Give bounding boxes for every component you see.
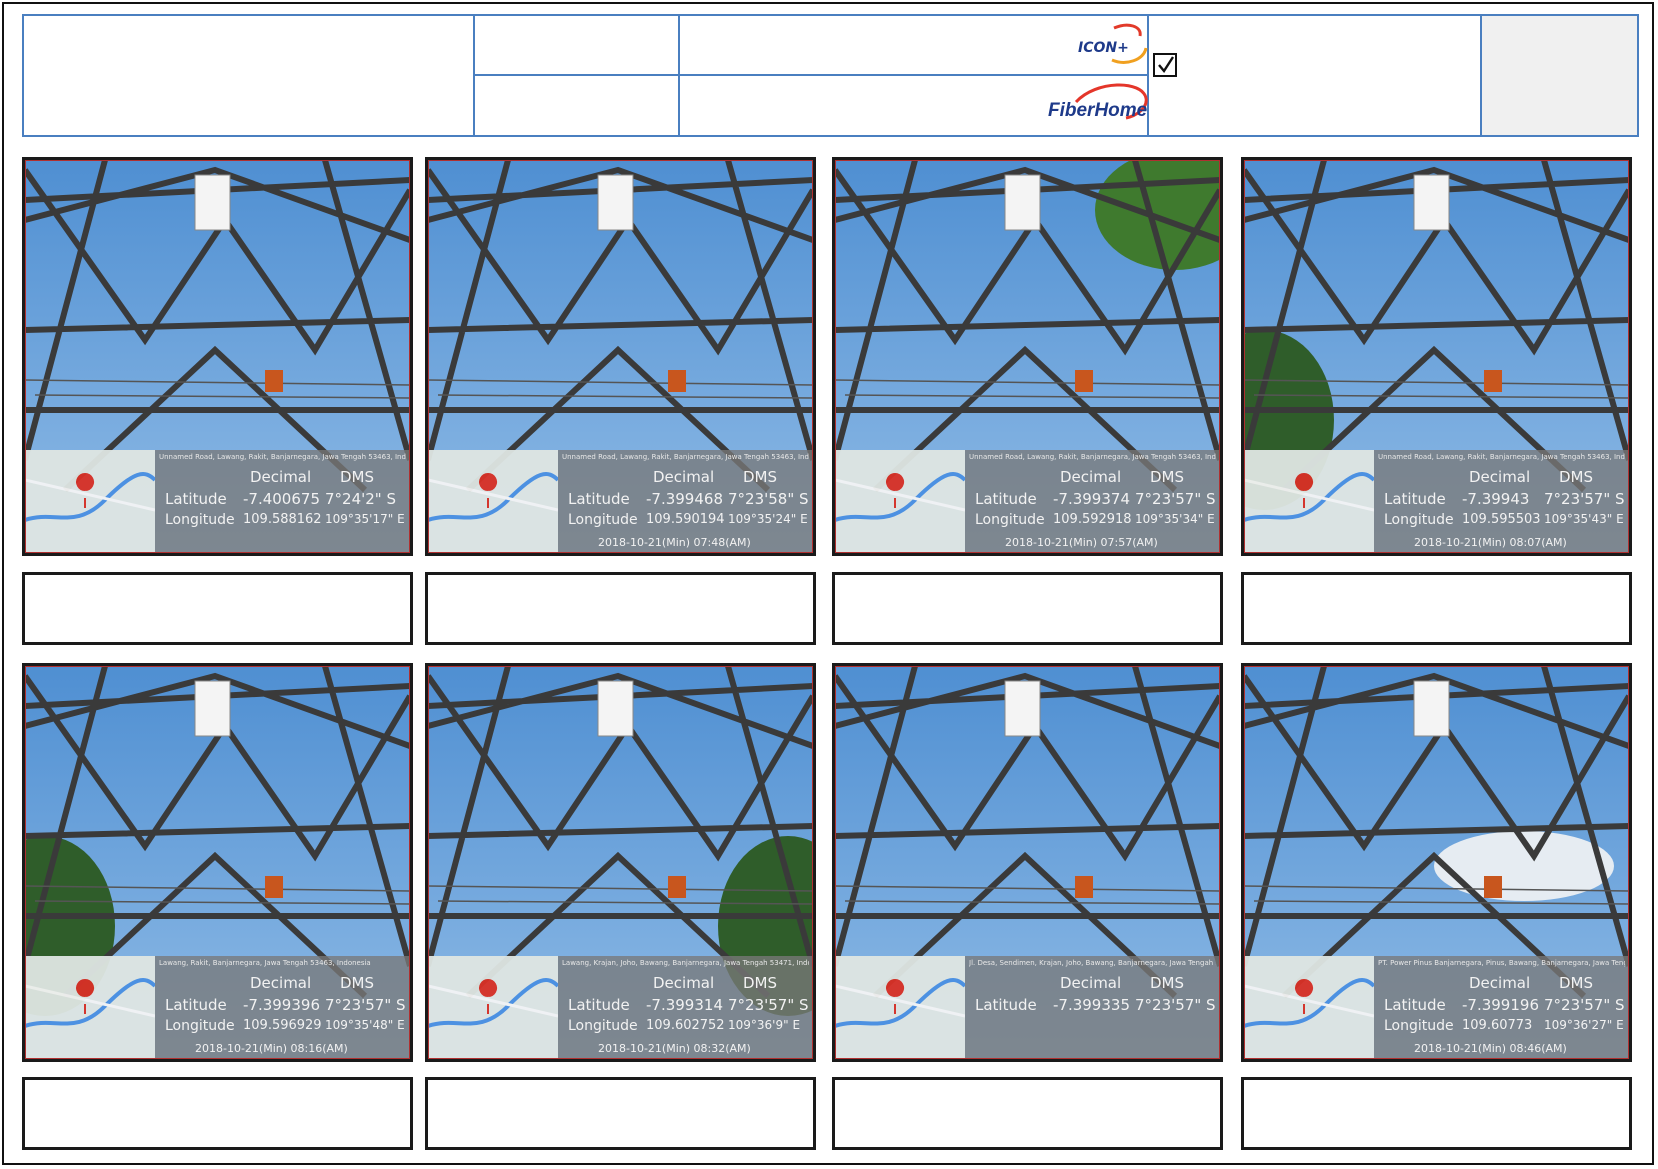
photo-frame: [428, 666, 813, 1059]
photo-frame: [25, 666, 410, 1059]
tower-photo: Lawang, Rakit, Banjarnegara, Jawa Tengah…: [22, 663, 413, 1062]
caption-box: [425, 572, 816, 645]
header-grey-cell: [1482, 16, 1637, 135]
svg-text:ICON+: ICON+: [1078, 40, 1129, 56]
caption-box: [832, 572, 1223, 645]
tower-photo: PT. Power Pinus Banjarnegara, Pinus, Baw…: [1241, 663, 1632, 1062]
header-table: ICON+ FiberHome: [22, 14, 1639, 137]
fiberhome-logo: FiberHome: [1046, 80, 1154, 132]
tower-photo: Lawang, Krajan, Joho, Bawang, Banjarnega…: [425, 663, 816, 1062]
photo-frame: [1244, 160, 1629, 553]
header-divider: [1480, 16, 1482, 135]
photo-frame: [1244, 666, 1629, 1059]
caption-box: [22, 572, 413, 645]
header-row-divider: [473, 74, 1147, 76]
tower-photo: Unnamed Road, Lawang, Rakit, Banjarnegar…: [22, 157, 413, 556]
svg-text:FiberHome: FiberHome: [1048, 100, 1148, 121]
caption-box: [425, 1077, 816, 1150]
tower-photo: Jl. Desa, Sendimen, Krajan, Joho, Bawang…: [832, 663, 1223, 1062]
caption-box: [1241, 1077, 1632, 1150]
caption-box: [832, 1077, 1223, 1150]
tower-photo: Unnamed Road, Lawang, Rakit, Banjarnegar…: [425, 157, 816, 556]
photo-frame: [835, 160, 1220, 553]
photo-frame: [25, 160, 410, 553]
photo-frame: [835, 666, 1220, 1059]
caption-box: [1241, 572, 1632, 645]
caption-box: [22, 1077, 413, 1150]
checked-checkbox[interactable]: [1153, 53, 1177, 77]
icon-plus-logo: ICON+: [1056, 22, 1154, 66]
tower-photo: Unnamed Road, Lawang, Rakit, Banjarnegar…: [832, 157, 1223, 556]
photo-frame: [428, 160, 813, 553]
tower-photo: Unnamed Road, Lawang, Rakit, Banjarnegar…: [1241, 157, 1632, 556]
